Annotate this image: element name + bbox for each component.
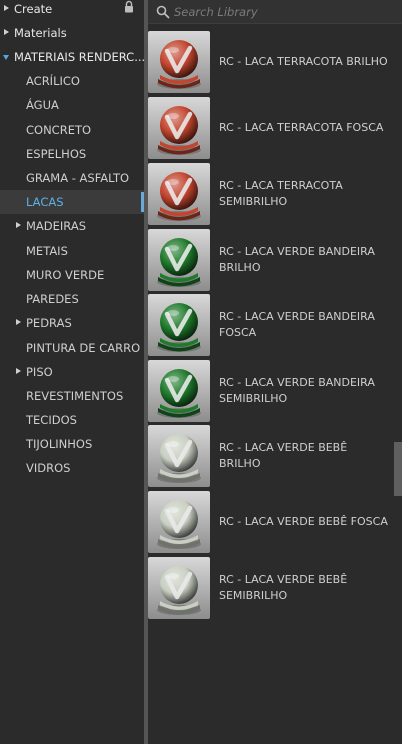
tree-item-acrilico[interactable]: ACRÍLICO <box>0 69 144 93</box>
material-thumbnail <box>148 163 210 225</box>
material-library: RC - LACA TERRACOTA BRILHO RC - LACA TERR… <box>148 0 402 744</box>
material-thumbnail <box>148 294 210 356</box>
material-thumbnail <box>148 425 210 487</box>
chevron-down-icon[interactable] <box>3 55 9 60</box>
tree-item-concreto[interactable]: CONCRETO <box>0 118 144 142</box>
material-thumbnail <box>148 31 210 93</box>
tree-item-label: LACAS <box>26 195 64 209</box>
chevron-right-icon[interactable] <box>4 5 9 11</box>
scrollbar-thumb[interactable] <box>394 442 402 496</box>
tree-item-madeiras[interactable]: MADEIRAS <box>0 214 144 238</box>
material-item[interactable]: RC - LACA TERRACOTA BRILHO <box>148 31 394 95</box>
material-label: RC - LACA VERDE BEBÊ FOSCA <box>219 515 388 528</box>
material-thumbnail <box>148 557 210 619</box>
tree-item-materiais-renderc[interactable]: MATERIAIS RENDERC... <box>0 45 144 69</box>
tree-item-label: MATERIAIS RENDERC... <box>14 50 144 64</box>
chevron-right-icon[interactable] <box>16 368 21 374</box>
tree-item-metais[interactable]: METAIS <box>0 239 144 263</box>
chevron-right-icon[interactable] <box>4 29 9 35</box>
tree-item-label: GRAMA - ASFALTO <box>26 171 130 185</box>
tree-item-revestimentos[interactable]: REVESTIMENTOS <box>0 384 144 408</box>
tree-item-label: PEDRAS <box>26 316 72 330</box>
material-item[interactable]: RC - LACA VERDE BANDEIRA SEMIBRILHO <box>148 360 394 424</box>
tree-item-grama-asfalto[interactable]: GRAMA - ASFALTO <box>0 166 144 190</box>
chevron-right-icon[interactable] <box>16 319 21 325</box>
material-tree: Create Materials MATERIAIS RENDERC... ACRÍL… <box>0 0 144 744</box>
material-thumbnail <box>148 491 210 553</box>
tree-item-lacas[interactable]: LACAS <box>0 190 144 214</box>
material-item[interactable]: RC - LACA VERDE BANDEIRA FOSCA <box>148 294 394 358</box>
material-item[interactable]: RC - LACA TERRACOTA FOSCA <box>148 97 394 161</box>
material-thumbnail <box>148 360 210 422</box>
tree-item-label: ACRÍLICO <box>26 74 80 88</box>
tree-item-label: CONCRETO <box>26 123 92 137</box>
material-label: RC - LACA VERDE BEBÊ SEMIBRILHO <box>219 573 348 602</box>
tree-item-tijolinhos[interactable]: TIJOLINHOS <box>0 432 144 456</box>
chevron-right-icon[interactable] <box>16 222 21 228</box>
tree-item-muro-verde[interactable]: MURO VERDE <box>0 263 144 287</box>
material-thumbnail <box>148 97 210 159</box>
search-input[interactable] <box>174 2 394 22</box>
material-label: RC - LACA VERDE BANDEIRA FOSCA <box>219 310 375 339</box>
material-item[interactable]: RC - LACA VERDE BEBÊ BRILHO <box>148 425 394 489</box>
tree-item-pedras[interactable]: PEDRAS <box>0 311 144 335</box>
tree-item-label: Create <box>14 2 53 16</box>
material-item[interactable]: RC - LACA VERDE BEBÊ SEMIBRILHO <box>148 557 394 621</box>
tree-item-paredes[interactable]: PAREDES <box>0 287 144 311</box>
tree-item-label: PAREDES <box>26 292 79 306</box>
material-label: RC - LACA TERRACOTA BRILHO <box>219 55 388 68</box>
tree-item-label: Materials <box>14 26 67 40</box>
search-icon <box>156 5 170 19</box>
tree-item-label: PISO <box>26 365 53 379</box>
tree-item-label: MURO VERDE <box>26 268 105 282</box>
tree-item-label: PINTURA DE CARRO <box>26 341 141 355</box>
material-item[interactable]: RC - LACA VERDE BEBÊ FOSCA <box>148 491 394 555</box>
material-label: RC - LACA VERDE BANDEIRA BRILHO <box>219 245 375 274</box>
tree-item-label: TECIDOS <box>26 413 77 427</box>
tree-item-label: MADEIRAS <box>26 219 86 233</box>
tree-item-label: ÁGUA <box>26 98 59 112</box>
tree-item-create[interactable]: Create <box>0 0 144 21</box>
tree-item-label: VIDROS <box>26 461 71 475</box>
tree-item-pintura-de-carro[interactable]: PINTURA DE CARRO <box>0 336 144 360</box>
scrollbar-track[interactable] <box>394 25 402 744</box>
tree-item-vidros[interactable]: VIDROS <box>0 456 144 480</box>
tree-item-espelhos[interactable]: ESPELHOS <box>0 142 144 166</box>
material-item[interactable]: RC - LACA TERRACOTA SEMIBRILHO <box>148 163 394 227</box>
material-thumbnail <box>148 229 210 291</box>
material-label: RC - LACA TERRACOTA SEMIBRILHO <box>219 179 343 208</box>
material-label: RC - LACA TERRACOTA FOSCA <box>219 121 384 134</box>
tree-item-piso[interactable]: PISO <box>0 360 144 384</box>
lock-icon <box>125 0 133 13</box>
tree-item-agua[interactable]: ÁGUA <box>0 93 144 117</box>
search-bar <box>148 0 402 24</box>
tree-item-label: METAIS <box>26 244 68 258</box>
tree-item-label: ESPELHOS <box>26 147 87 161</box>
tree-item-label: REVESTIMENTOS <box>26 389 124 403</box>
tree-item-materials[interactable]: Materials <box>0 21 144 45</box>
material-label: RC - LACA VERDE BEBÊ BRILHO <box>219 441 348 470</box>
material-label: RC - LACA VERDE BANDEIRA SEMIBRILHO <box>219 376 375 405</box>
material-item[interactable]: RC - LACA VERDE BANDEIRA BRILHO <box>148 229 394 293</box>
tree-item-tecidos[interactable]: TECIDOS <box>0 408 144 432</box>
tree-item-label: TIJOLINHOS <box>26 437 93 451</box>
